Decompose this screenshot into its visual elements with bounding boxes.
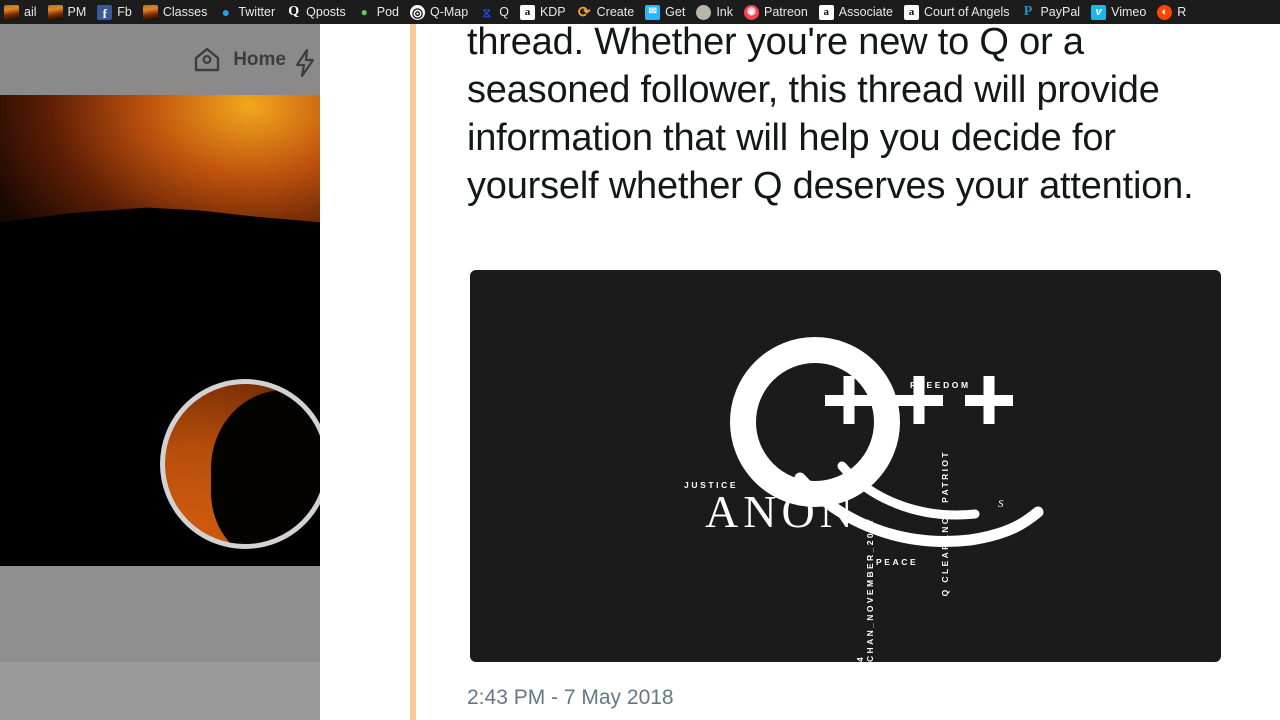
label-freedom: FREEDOM	[910, 380, 971, 390]
bookmark-item[interactable]: ● Twitter	[214, 0, 282, 24]
avatar-silhouette	[211, 390, 320, 544]
podcast-icon: ●	[356, 4, 372, 20]
q-map-icon: ◎	[410, 4, 425, 20]
bookmark-label: PM	[67, 5, 87, 19]
bookmark-item[interactable]: ◐ R	[1153, 0, 1193, 24]
amazon-icon: a	[519, 4, 535, 20]
profile-banner	[0, 95, 320, 272]
bookmark-item[interactable]: ⧖ Q	[475, 0, 516, 24]
sunset-icon	[47, 4, 63, 20]
bookmark-item[interactable]: Q Qposts	[282, 0, 353, 24]
home-icon	[193, 47, 221, 73]
lightning-bolt-icon[interactable]	[292, 48, 318, 78]
qanon-logo-graphic: ANON FREEDOM JUSTICE PEACE Q CLEARANCE P…	[470, 270, 1221, 662]
sunset-icon	[142, 4, 158, 20]
bookmark-item[interactable]: Classes	[139, 0, 214, 24]
bookmark-label: Get	[665, 5, 686, 19]
profile-panel-block	[0, 566, 320, 662]
bookmarks-bar: ail PM f Fb Classes ● Twitter Q Qposts ●…	[0, 0, 1280, 24]
bookmark-item[interactable]: P PayPal	[1016, 0, 1087, 24]
bookmark-label: Pod	[376, 5, 399, 19]
bookmark-label: PayPal	[1040, 5, 1081, 19]
tweet-detail: thread. Whether you're new to Q or a sea…	[416, 24, 1280, 720]
mail-icon: ✉	[645, 4, 661, 20]
bookmark-label: Patreon	[764, 5, 808, 19]
bookmark-label: ail	[24, 5, 37, 19]
profile-panel-block	[0, 662, 320, 720]
q-logo-vector	[730, 337, 1044, 547]
top-navigation-bar: Home	[0, 24, 320, 95]
bookmark-label: Ink	[716, 5, 734, 19]
anon-wordmark: ANON	[705, 486, 858, 537]
bookmark-label: Create	[596, 5, 635, 19]
bookmark-label: Associate	[838, 5, 893, 19]
swirl-icon: ⟳	[577, 4, 591, 20]
infinity-icon: ⧖	[482, 4, 492, 20]
bookmark-item[interactable]: f Fb	[93, 0, 139, 24]
sidebar-item-home-label: Home	[233, 48, 286, 70]
ink-icon	[696, 4, 712, 20]
bookmark-label: Fb	[117, 5, 132, 19]
label-peace: PEACE	[876, 557, 919, 567]
label-4chan-november-2017: 4 CHAN_NOVEMBER_2017	[855, 516, 875, 662]
bookmark-item[interactable]: ail	[0, 0, 44, 24]
patreon-icon: ◉	[744, 4, 760, 20]
bookmark-item[interactable]: v Vimeo	[1087, 0, 1153, 24]
bookmark-label: R	[1177, 5, 1187, 19]
amazon-icon: a	[904, 4, 919, 20]
bookmark-label: Q-Map	[430, 5, 469, 19]
bookmark-item[interactable]: Ink	[692, 0, 740, 24]
tweet-timestamp: 2:43 PM - 7 May 2018	[467, 686, 674, 709]
bookmark-label: Twitter	[238, 5, 276, 19]
bookmark-item[interactable]: ✉ Get	[641, 0, 692, 24]
bookmark-label: Vimeo	[1111, 5, 1147, 19]
tweet-body-text: thread. Whether you're new to Q or a sea…	[467, 24, 1194, 207]
paypal-icon: P	[1023, 4, 1033, 19]
gmail-icon	[4, 4, 19, 20]
bookmark-label: Q	[499, 5, 509, 19]
vimeo-icon: v	[1091, 4, 1107, 20]
label-q-clearance-patriot: Q CLEARANCE PATRIOT	[940, 450, 950, 597]
bookmark-label: KDP	[539, 5, 566, 19]
bookmark-item[interactable]: PM	[44, 0, 94, 24]
twitter-bird-icon: ●	[221, 4, 231, 20]
bookmark-label: Qposts	[306, 5, 346, 19]
profile-panel: Home Praying M	[0, 24, 320, 720]
bookmark-item[interactable]: ● Pod	[353, 0, 406, 24]
artist-signature: S	[998, 498, 1004, 510]
tweet-image[interactable]: ANON FREEDOM JUSTICE PEACE Q CLEARANCE P…	[470, 270, 1221, 662]
avatar[interactable]	[160, 379, 320, 549]
amazon-icon: a	[818, 4, 834, 20]
bookmark-item[interactable]: ⟳ Create	[573, 0, 642, 24]
bookmark-item[interactable]: ◎ Q-Map	[406, 0, 475, 24]
bookmark-item[interactable]: a Court of Angels	[900, 0, 1016, 24]
bookmark-label: Classes	[162, 5, 208, 19]
q-letter-icon: Q	[288, 4, 300, 19]
bookmark-label: Court of Angels	[924, 5, 1010, 19]
bookmark-item[interactable]: a KDP	[516, 0, 573, 24]
reddit-icon: ◐	[1157, 4, 1173, 20]
bookmark-item[interactable]: ◉ Patreon	[740, 0, 815, 24]
facebook-icon: f	[97, 4, 113, 20]
label-justice: JUSTICE	[684, 480, 739, 490]
screen: ail PM f Fb Classes ● Twitter Q Qposts ●…	[0, 0, 1280, 720]
bookmark-item[interactable]: a Associate	[815, 0, 900, 24]
